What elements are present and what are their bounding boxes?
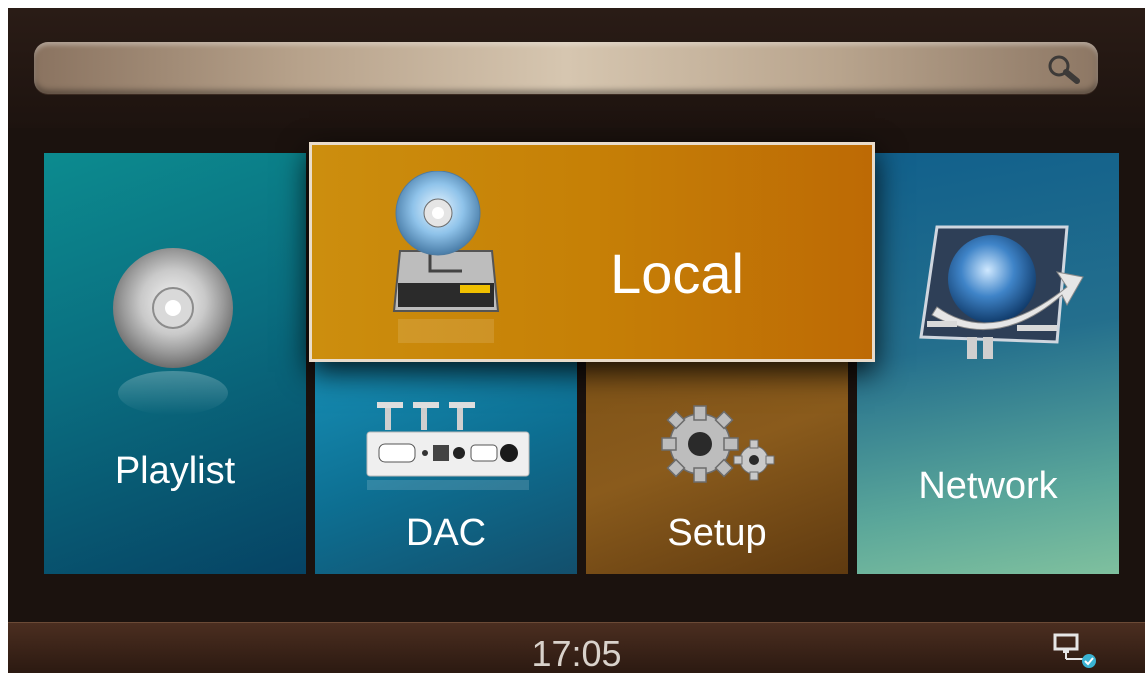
tile-network-label: Network (918, 465, 1058, 507)
top-bar (8, 8, 1145, 128)
tile-playlist[interactable]: Playlist (44, 153, 306, 574)
main-screen: Playlist DAC Setup Network Local 17:05 (8, 8, 1145, 673)
tile-setup[interactable]: Setup (586, 358, 848, 574)
search-input[interactable] (50, 52, 1034, 86)
cd-disc-icon (108, 243, 238, 433)
tile-dac-label: DAC (405, 512, 487, 554)
status-bar: 17:05 (8, 622, 1145, 673)
network-connected-icon (1053, 633, 1099, 669)
tile-playlist-label: Playlist (114, 450, 236, 492)
tile-setup-label: Setup (667, 512, 767, 554)
tile-local-label: Local (610, 242, 744, 305)
tile-local[interactable]: Local (309, 142, 875, 362)
tile-network[interactable]: Network (857, 153, 1119, 574)
search-bar[interactable] (34, 42, 1098, 94)
clock: 17:05 (531, 633, 622, 673)
hard-drive-disc-icon (390, 170, 502, 351)
network-globe-icon (907, 217, 1087, 387)
tile-dac[interactable]: DAC (315, 358, 577, 574)
gears-icon (654, 402, 784, 492)
search-icon[interactable] (1046, 54, 1080, 84)
dac-device-icon (363, 398, 533, 498)
